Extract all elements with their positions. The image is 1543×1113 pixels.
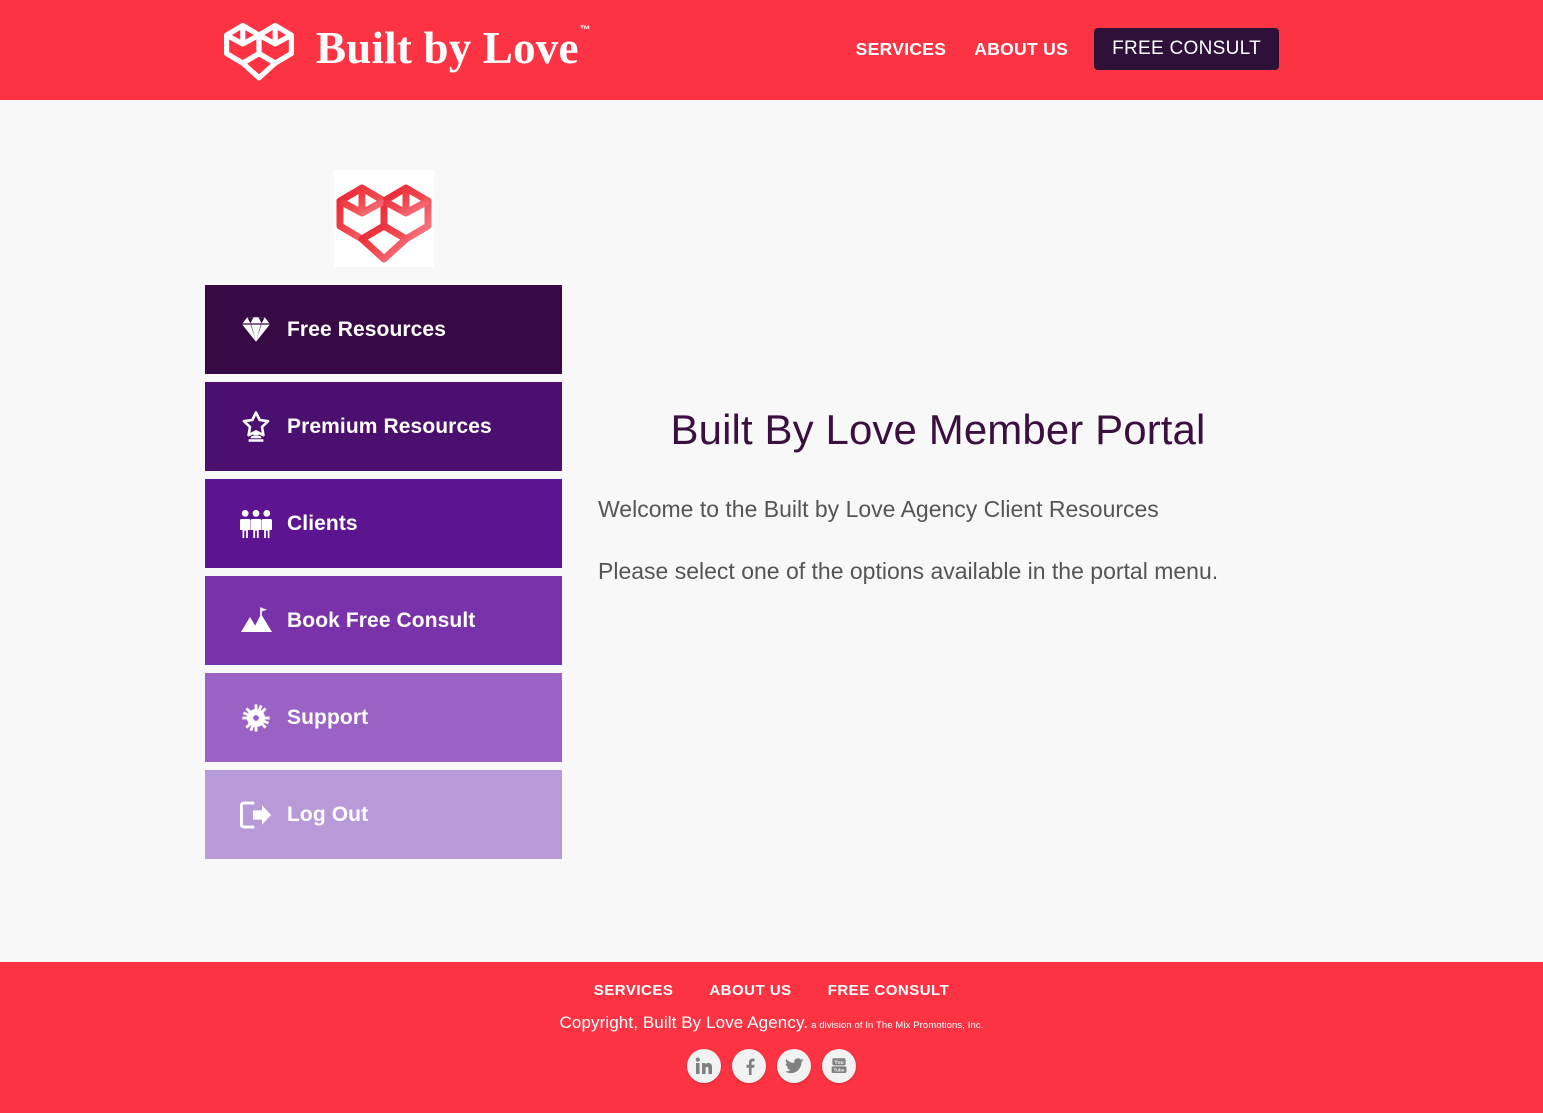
menu-item-label: Clients <box>287 511 358 535</box>
menu-item-free-resources[interactable]: Free Resources <box>205 285 562 374</box>
social-links: You Tube <box>0 1049 1543 1083</box>
heart-cube-logo-icon <box>336 184 432 263</box>
site-footer: SERVICES ABOUT US FREE CONSULT Copyright… <box>0 962 1543 1113</box>
footer-link-free-consult[interactable]: FREE CONSULT <box>828 982 950 999</box>
page-body: Free Resources Premium Resources Clients… <box>0 100 1543 962</box>
youtube-icon: You Tube <box>830 1057 848 1075</box>
welcome-paragraph: Welcome to the Built by Love Agency Clie… <box>598 496 1159 523</box>
linkedin-icon <box>695 1057 713 1075</box>
site-header: Built by Love™ SERVICES ABOUT US FREE CO… <box>0 0 1543 100</box>
menu-item-premium-resources[interactable]: Premium Resources <box>205 382 562 471</box>
footer-link-about-us[interactable]: ABOUT US <box>709 982 791 999</box>
copyright-fine-print: a division of In The Mix Promotions, Inc… <box>811 1020 984 1031</box>
menu-item-label: Book Free Consult <box>287 608 476 632</box>
people-group-icon <box>233 509 279 539</box>
menu-item-log-out[interactable]: Log Out <box>205 770 562 859</box>
menu-item-label: Support <box>287 705 369 729</box>
twitter-icon <box>784 1057 804 1075</box>
menu-item-label: Log Out <box>287 802 369 826</box>
social-link-twitter[interactable] <box>777 1049 811 1083</box>
menu-item-support[interactable]: Support <box>205 673 562 762</box>
social-link-youtube[interactable]: You Tube <box>822 1049 856 1083</box>
copyright-text: Copyright, Built By Love Agency. a divisi… <box>0 1013 1543 1033</box>
diamond-icon <box>233 316 279 343</box>
nav-item-services[interactable]: SERVICES <box>842 28 961 70</box>
menu-item-book-free-consult[interactable]: Book Free Consult <box>205 576 562 665</box>
svg-text:Tube: Tube <box>834 1067 845 1072</box>
brand-logo-link[interactable]: Built by Love™ <box>222 13 591 83</box>
instruction-paragraph: Please select one of the options availab… <box>598 557 1219 584</box>
portal-menu: Free Resources Premium Resources Clients… <box>205 170 562 867</box>
svg-text:You: You <box>834 1060 843 1066</box>
brand-name: Built by Love™ <box>316 22 591 73</box>
footer-link-services[interactable]: SERVICES <box>594 982 674 999</box>
copyright-main: Copyright, Built By Love Agency. <box>559 1013 809 1032</box>
footer-nav: SERVICES ABOUT US FREE CONSULT <box>0 982 1543 999</box>
social-link-facebook[interactable] <box>732 1049 766 1083</box>
star-trophy-icon <box>233 410 279 443</box>
free-consult-button[interactable]: FREE CONSULT <box>1094 28 1279 70</box>
main-nav: SERVICES ABOUT US FREE CONSULT <box>842 28 1279 70</box>
portal-logo <box>334 170 434 267</box>
menu-item-label: Free Resources <box>287 317 446 341</box>
main-content: Built By Love Member Portal Welcome to t… <box>598 405 1278 616</box>
gear-icon <box>233 703 279 732</box>
trademark-symbol: ™ <box>579 23 591 36</box>
sign-out-icon <box>233 801 279 829</box>
heart-cube-logo-icon <box>222 13 296 83</box>
menu-item-label: Premium Resources <box>287 414 492 438</box>
page-title: Built By Love Member Portal <box>670 406 1206 453</box>
mountain-icon <box>233 607 279 635</box>
nav-item-about-us[interactable]: ABOUT US <box>960 28 1082 70</box>
facebook-icon <box>740 1057 758 1075</box>
social-link-linkedin[interactable] <box>687 1049 721 1083</box>
menu-item-clients[interactable]: Clients <box>205 479 562 568</box>
